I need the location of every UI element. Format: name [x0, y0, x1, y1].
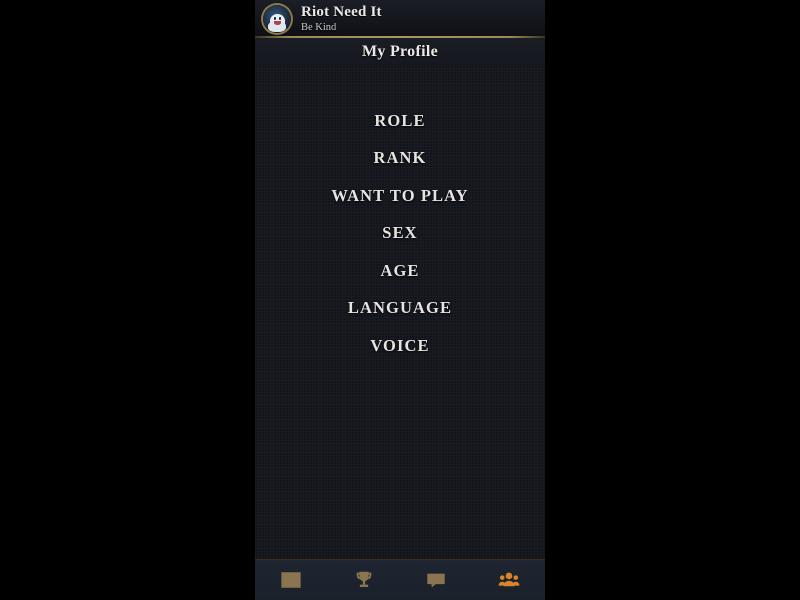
- avatar-character-eye-right: [278, 16, 281, 20]
- avatar-character-eye-left: [273, 16, 276, 20]
- user-avatar-portrait-icon[interactable]: [261, 3, 293, 35]
- profile-menu-item-label: ROLE: [374, 110, 426, 130]
- bottom-navigation-bar: [255, 559, 545, 600]
- profile-menu-item-label: RANK: [373, 148, 427, 168]
- profile-menu-item-want-to-play[interactable]: WANT TO PLAY: [255, 177, 545, 215]
- profile-menu-item-label: LANGUAGE: [347, 298, 453, 318]
- page-title: My Profile: [361, 43, 438, 60]
- nav-tab-achievements[interactable]: [328, 560, 401, 600]
- profile-menu-item-language[interactable]: LANGUAGE: [255, 290, 545, 328]
- profile-menu-item-sex[interactable]: SEX: [255, 215, 545, 253]
- profile-menu-item-role[interactable]: ROLE: [255, 102, 545, 140]
- page-title-bar: My Profile: [255, 38, 545, 66]
- screen-background: Riot Need It Be Kind My Profile ROLE RAN…: [0, 0, 800, 600]
- chat-bubble-icon: [425, 569, 447, 591]
- nav-tab-chat[interactable]: [400, 560, 473, 600]
- trophy-icon: [353, 569, 375, 591]
- account-header-bar[interactable]: Riot Need It Be Kind: [255, 0, 545, 38]
- avatar-character-mouth: [273, 20, 281, 25]
- profile-menu-item-label: VOICE: [370, 335, 430, 355]
- news-feed-icon: [280, 569, 302, 591]
- profile-menu-item-label: AGE: [380, 260, 420, 280]
- avatar-backdrop: [263, 5, 291, 33]
- profile-menu-item-label: SEX: [382, 223, 418, 243]
- nav-tab-friends[interactable]: [473, 560, 546, 600]
- account-status-message: Be Kind: [301, 21, 337, 33]
- profile-menu-item-voice[interactable]: VOICE: [255, 327, 545, 365]
- profile-menu-item-age[interactable]: AGE: [255, 252, 545, 290]
- account-text-block: Riot Need It Be Kind: [301, 3, 382, 34]
- profile-menu-item-rank[interactable]: RANK: [255, 140, 545, 178]
- account-name: Riot Need It: [301, 3, 382, 20]
- nav-tab-news-feed[interactable]: [255, 560, 328, 600]
- profile-menu-item-label: WANT TO PLAY: [331, 185, 469, 205]
- friends-people-icon: [498, 569, 520, 591]
- app-panel: Riot Need It Be Kind My Profile ROLE RAN…: [255, 0, 545, 600]
- profile-menu-list: ROLE RANK WANT TO PLAY SEX AGE LANGUAGE …: [255, 66, 545, 559]
